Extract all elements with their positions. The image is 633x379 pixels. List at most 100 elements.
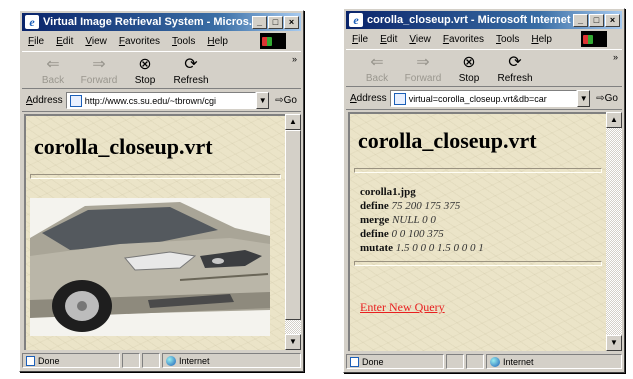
title-bar[interactable]: e Virtual Image Retrieval System - Micro… [22, 13, 301, 31]
horizontal-rule [30, 174, 281, 179]
menu-favorites[interactable]: Favorites [119, 36, 160, 47]
value: 0 0 100 375 [391, 228, 444, 240]
forward-button[interactable]: ⇒ Forward [400, 53, 446, 84]
menu-tools[interactable]: Tools [172, 36, 195, 47]
minimize-button[interactable]: _ [252, 15, 267, 29]
horizontal-rule [354, 261, 602, 266]
menu-edit[interactable]: Edit [56, 36, 73, 47]
internet-zone-icon [490, 356, 500, 367]
menu-view[interactable]: View [409, 34, 431, 45]
address-dropdown-button[interactable]: ▼ [256, 92, 270, 109]
vrt-definition: corolla1.jpg define 75 200 175 375 merge… [360, 185, 606, 255]
info-line: corolla1.jpg [360, 185, 606, 199]
go-button[interactable]: ⇨Go [596, 93, 618, 104]
menu-help[interactable]: Help [207, 36, 228, 47]
status-text: Done [38, 355, 60, 366]
scroll-down-button[interactable]: ▼ [606, 335, 622, 351]
value: NULL 0 0 [392, 214, 436, 226]
scroll-up-button[interactable]: ▲ [606, 112, 622, 128]
stop-button[interactable]: ⊗ Stop [446, 53, 492, 84]
forward-button[interactable]: ⇒ Forward [76, 55, 122, 86]
close-button[interactable]: × [605, 13, 620, 27]
back-label: Back [365, 73, 389, 84]
refresh-icon: ⟳ [184, 56, 198, 73]
horizontal-rule [354, 168, 602, 173]
address-dropdown-button[interactable]: ▼ [577, 90, 591, 107]
refresh-label: Refresh [497, 73, 533, 84]
keyword: mutate [360, 242, 393, 254]
menu-view[interactable]: View [85, 36, 107, 47]
menu-favorites[interactable]: Favorites [443, 34, 484, 45]
value: 1.5 0 0 0 1.5 0 0 0 1 [395, 242, 484, 254]
back-button[interactable]: ⇐ Back [30, 55, 76, 86]
toolbar: ⇐ Back ⇒ Forward ⊗ Stop ⟳ Refresh » [22, 51, 301, 89]
info-line: merge NULL 0 0 [360, 213, 606, 227]
windows-logo-icon [260, 33, 286, 49]
scroll-down-button[interactable]: ▼ [285, 334, 301, 350]
info-line: mutate 1.5 0 0 0 1.5 0 0 0 1 [360, 241, 606, 255]
info-line: define 0 0 100 375 [360, 227, 606, 241]
status-text-panel: Done [346, 354, 444, 369]
refresh-button[interactable]: ⟳ Refresh [168, 55, 214, 86]
page-content: corolla_closeup.vrt corolla1.jpg define … [348, 112, 606, 351]
stop-label: Stop [458, 73, 480, 84]
close-button[interactable]: × [284, 15, 299, 29]
forward-arrow-icon: ⇒ [416, 54, 430, 71]
maximize-button[interactable]: □ [268, 15, 283, 29]
image-filename: corolla1.jpg [360, 186, 416, 198]
scroll-up-button[interactable]: ▲ [285, 114, 301, 130]
windows-logo-icon [581, 31, 607, 47]
menu-file[interactable]: File [352, 34, 368, 45]
vertical-scrollbar[interactable]: ▲ ▼ [606, 112, 622, 351]
menu-help[interactable]: Help [531, 34, 552, 45]
value: 75 200 175 375 [391, 200, 461, 212]
go-button[interactable]: ⇨Go [275, 95, 297, 106]
stop-icon: ⊗ [462, 54, 476, 71]
stop-label: Stop [134, 75, 156, 86]
window-title: Virtual Image Retrieval System - Micros.… [43, 16, 252, 28]
window-title: corolla_closeup.vrt - Microsoft Internet… [367, 14, 573, 26]
back-button[interactable]: ⇐ Back [354, 53, 400, 84]
toolbar: ⇐ Back ⇒ Forward ⊗ Stop ⟳ Refresh » [346, 49, 622, 87]
address-value: http://www.cs.su.edu/~tbrown/cgi [84, 95, 217, 106]
maximize-button[interactable]: □ [589, 13, 604, 27]
page-title: corolla_closeup.vrt [358, 128, 537, 153]
forward-arrow-icon: ⇒ [92, 56, 106, 73]
enter-new-query-link[interactable]: Enter New Query [360, 300, 445, 315]
scroll-thumb[interactable] [285, 130, 301, 320]
toolbar-overflow-icon[interactable]: » [613, 52, 618, 62]
zone-panel: Internet [486, 354, 622, 369]
back-arrow-icon: ⇐ [46, 56, 60, 73]
browser-window-2: e corolla_closeup.vrt - Microsoft Intern… [343, 8, 625, 373]
status-bar: Done Internet [22, 352, 301, 369]
menu-edit[interactable]: Edit [380, 34, 397, 45]
refresh-button[interactable]: ⟳ Refresh [492, 53, 538, 84]
keyword: define [360, 228, 389, 240]
address-input[interactable]: http://www.cs.su.edu/~tbrown/cgi [65, 92, 257, 109]
keyword: define [360, 200, 389, 212]
address-value: virtual=corolla_closeup.vrt&db=car [408, 93, 547, 104]
status-text: Done [362, 356, 384, 367]
back-arrow-icon: ⇐ [370, 54, 384, 71]
minimize-button[interactable]: _ [573, 13, 588, 27]
page-icon [393, 92, 406, 105]
zone-text: Internet [503, 356, 534, 367]
address-input[interactable]: virtual=corolla_closeup.vrt&db=car [389, 90, 578, 107]
zone-text: Internet [179, 355, 210, 366]
page-done-icon [350, 356, 359, 367]
menu-tools[interactable]: Tools [496, 34, 519, 45]
page-title: corolla_closeup.vrt [34, 134, 213, 159]
forward-label: Forward [80, 75, 118, 86]
status-bar: Done Internet [346, 353, 622, 370]
vertical-scrollbar[interactable]: ▲ ▼ [285, 114, 301, 350]
stop-button[interactable]: ⊗ Stop [122, 55, 168, 86]
menu-file[interactable]: File [28, 36, 44, 47]
status-text-panel: Done [22, 353, 120, 368]
toolbar-overflow-icon[interactable]: » [292, 54, 297, 64]
title-bar[interactable]: e corolla_closeup.vrt - Microsoft Intern… [346, 11, 622, 29]
refresh-label: Refresh [173, 75, 209, 86]
zone-panel: Internet [162, 353, 301, 368]
ie-icon: e [349, 13, 363, 27]
forward-label: Forward [404, 73, 442, 84]
back-label: Back [41, 75, 65, 86]
